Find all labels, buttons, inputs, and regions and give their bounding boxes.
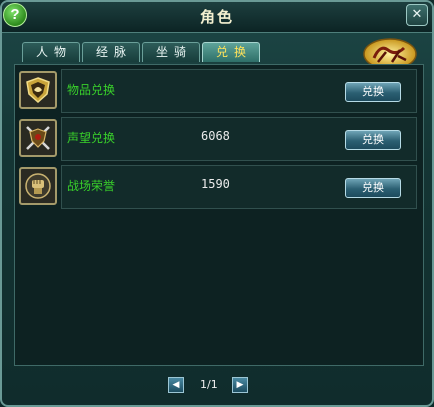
next-page-button[interactable]: ▶ [232, 377, 248, 393]
item-shield-icon [19, 71, 57, 109]
prev-page-button[interactable]: ◀ [168, 377, 184, 393]
battlefield-honor-value: 1590 [201, 177, 230, 191]
window-title: 角色 [199, 8, 234, 26]
fist-medal-icon [19, 167, 57, 205]
tab-exchange[interactable]: 兑换 [202, 42, 260, 62]
exchange-row-reputation: 声望兑换 6068 兑换 [19, 117, 419, 161]
tab-meridian[interactable]: 经脉 [82, 42, 140, 62]
reputation-value: 6068 [201, 129, 230, 143]
exchange-panel: 物品兑换 兑换 声望兑换 6068 兑换 战场荣誉 1590 兑换 [14, 64, 424, 366]
exchange-battlefield-honor-button[interactable]: 兑换 [345, 178, 401, 198]
exchange-row-item: 物品兑换 兑换 [19, 69, 419, 113]
page-indicator: 1/1 [200, 378, 218, 391]
row-label: 声望兑换 [67, 131, 116, 145]
tab-character[interactable]: 人物 [22, 42, 80, 62]
exchange-item-button[interactable]: 兑换 [345, 82, 401, 102]
title-bar[interactable]: ? 角色 ✕ [2, 2, 432, 33]
close-icon[interactable]: ✕ [406, 4, 428, 26]
tab-mount[interactable]: 坐骑 [142, 42, 200, 62]
crossed-swords-shield-icon [19, 119, 57, 157]
row-label: 物品兑换 [67, 83, 116, 97]
exchange-reputation-button[interactable]: 兑换 [345, 130, 401, 150]
pager: ◀ 1/1 ▶ [2, 376, 432, 396]
row-label: 战场荣誉 [67, 179, 116, 193]
character-window: ? 角色 ✕ 人物 经脉 坐骑 兑换 物品兑换 兑换 声望兑换 6068 兑换 … [0, 0, 434, 407]
exchange-row-battlefield-honor: 战场荣誉 1590 兑换 [19, 165, 419, 209]
